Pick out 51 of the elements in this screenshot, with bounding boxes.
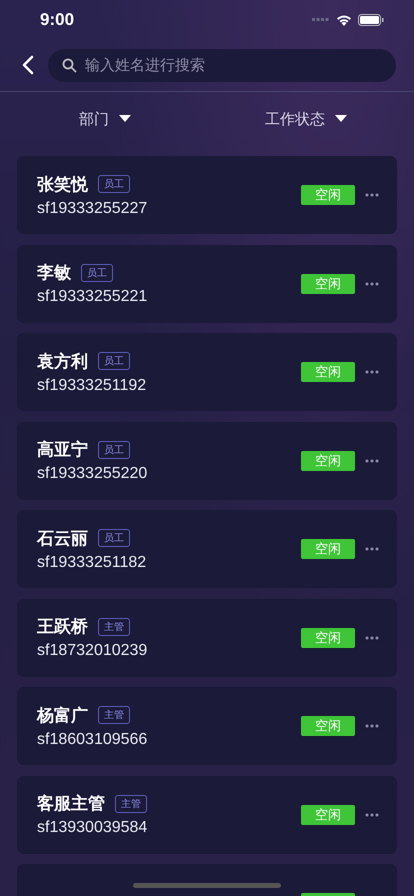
filter-dropdown[interactable]: 部门 [73, 108, 137, 130]
status-badge: 空闲 [301, 450, 355, 470]
employee-account: sf19333251192 [37, 376, 148, 394]
employee-name: 高亚宁 [37, 439, 88, 461]
battery-icon [358, 14, 384, 26]
employee-name: 杨富广 [37, 704, 88, 726]
wifi-icon [336, 14, 352, 26]
employee-account: sf19333255227 [37, 200, 148, 218]
role-tag: 主管 [98, 706, 130, 724]
employee-card[interactable]: 王跃桥 主管 sf18732010239 空闲 [17, 598, 397, 676]
signal-icon [312, 18, 330, 22]
role-tag: 员工 [98, 352, 130, 370]
employee-card[interactable]: 高亚宁 员工 sf19333255220 空闲 [17, 422, 397, 500]
status-badge: 空闲 [301, 274, 355, 294]
employee-account: sf13930039584 [37, 819, 148, 837]
status-badge: 空闲 [301, 185, 355, 205]
status-badge: 空闲 [301, 716, 355, 736]
employee-account: sf19333251182 [37, 554, 148, 572]
employee-card[interactable]: 客服主管 主管 sf13930039584 空闲 [17, 776, 397, 854]
status-badge: 空闲 [301, 539, 355, 559]
status-badge: 空闲 [301, 628, 355, 648]
role-tag: 员工 [98, 175, 130, 193]
employee-name: 石云丽 [37, 528, 88, 550]
employee-account: sf18732010239 [37, 642, 148, 660]
employee-card[interactable]: 李敏 员工 sf19333255221 空闲 [17, 244, 397, 322]
status-badge: 空闲 [301, 804, 355, 824]
employee-account: sf19333255221 [37, 288, 148, 306]
search-icon [62, 58, 77, 72]
employee-account: sf18603109566 [37, 730, 148, 748]
status-badge: 空闲 [301, 362, 355, 382]
employee-card[interactable]: 袁方利 员工 sf19333251192 空闲 [17, 333, 397, 411]
status-time: 9:00 [40, 10, 74, 30]
employee-name: 王跃桥 [37, 616, 88, 638]
employee-name: 袁方利 [37, 350, 88, 372]
employee-card[interactable]: 张笑悦 员工 sf19333255227 空闲 [17, 156, 397, 234]
search-field[interactable]: 输入姓名进行搜索 [48, 48, 396, 82]
employee-card[interactable]: 石云丽 员工 sf19333251182 空闲 [17, 510, 397, 588]
employee-account: sf19333255220 [37, 465, 148, 483]
employee-name: 李敏 [37, 262, 71, 284]
role-tag: 员工 [98, 529, 130, 547]
caret-icon [119, 115, 131, 123]
back-button[interactable] [22, 55, 34, 75]
caret-icon [335, 115, 347, 123]
employee-name: 客服主管 [37, 793, 105, 815]
role-tag: 员工 [81, 264, 113, 282]
role-tag: 员工 [98, 440, 130, 458]
employee-card[interactable]: 杨富广 主管 sf18603109566 空闲 [17, 687, 397, 765]
filter-dropdown[interactable]: 工作状态 [259, 108, 353, 130]
role-tag: 主管 [115, 794, 147, 812]
employee-name: 张笑悦 [37, 174, 88, 196]
role-tag: 主管 [98, 618, 130, 636]
